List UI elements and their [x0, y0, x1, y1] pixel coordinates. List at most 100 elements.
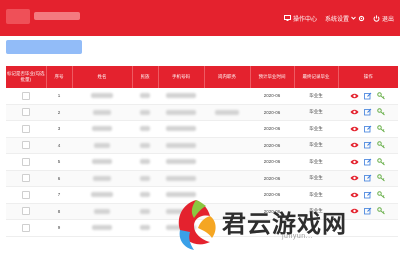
row-number: 6: [46, 170, 72, 187]
row-actions: [338, 187, 398, 203]
final-status-cell: 毕业生: [294, 88, 338, 105]
table-row: 2 2020-06 毕业生: [6, 104, 398, 121]
col-phone: 手机号码: [157, 66, 204, 88]
name-cell-blurred: [92, 225, 112, 231]
view-eye-icon[interactable]: [350, 175, 359, 181]
key-icon[interactable]: [377, 174, 386, 182]
graduation-checkbox[interactable]: [22, 207, 30, 216]
position-cell-blurred: [215, 109, 239, 115]
key-icon[interactable]: [377, 207, 386, 215]
edit-pencil-icon[interactable]: [364, 92, 372, 100]
edit-pencil-icon[interactable]: [364, 174, 372, 182]
table-row: 6 2020-06 毕业生: [6, 170, 398, 187]
batch-action-button[interactable]: [6, 40, 82, 54]
row-actions: [338, 138, 398, 154]
key-icon[interactable]: [377, 158, 386, 166]
power-icon: [373, 14, 380, 22]
edit-pencil-icon[interactable]: [364, 108, 372, 116]
table-row: 4 2020-06 毕业生: [6, 137, 398, 154]
watermark-site-url: junyun...: [282, 233, 313, 240]
row-actions: [338, 171, 398, 187]
col-name: 姓名: [71, 66, 132, 88]
name-cell-blurred: [93, 109, 111, 115]
graduation-checkbox[interactable]: [22, 157, 30, 166]
view-eye-icon[interactable]: [350, 142, 359, 148]
phone-cell-blurred: [166, 93, 196, 99]
nav-system-settings-label: 系统设置: [324, 16, 349, 23]
phone-cell-blurred: [166, 142, 196, 148]
table-row: 5 2020-06 毕业生: [6, 153, 398, 171]
ethnicity-cell-blurred: [140, 208, 150, 214]
expected-graduation-cell: 2020-06: [250, 137, 294, 154]
name-cell-blurred: [91, 93, 113, 99]
view-eye-icon[interactable]: [350, 192, 359, 198]
col-position: 岗内职务: [203, 66, 250, 88]
view-eye-icon[interactable]: [350, 109, 359, 115]
col-expected-graduation: 预计毕业时间: [249, 66, 294, 88]
monitor-icon: [283, 15, 291, 21]
name-cell-blurred: [94, 142, 110, 148]
view-eye-icon[interactable]: [350, 93, 359, 99]
phone-cell-blurred: [166, 159, 196, 165]
table-row: 1 2020-06 毕业生: [6, 88, 398, 105]
final-status-cell: 毕业生: [294, 120, 338, 138]
graduation-checkbox[interactable]: [22, 141, 30, 150]
key-icon[interactable]: [377, 92, 386, 100]
edit-pencil-icon[interactable]: [364, 125, 372, 133]
nav-logout-label: 退出: [381, 16, 394, 23]
view-eye-icon[interactable]: [350, 126, 359, 132]
row-number: 5: [46, 153, 72, 171]
row-number: 8: [46, 203, 72, 220]
phone-cell-blurred: [166, 175, 196, 181]
ethnicity-cell-blurred: [140, 142, 150, 148]
col-final-status: 最终记录毕业: [293, 66, 338, 88]
col-actions: 操作: [337, 66, 398, 88]
header-nav: 操作中心 系统设置 退出: [283, 0, 394, 36]
edit-pencil-icon[interactable]: [364, 191, 372, 199]
top-navigation-bar: 操作中心 系统设置 退出: [0, 0, 400, 36]
view-eye-icon[interactable]: [350, 208, 359, 214]
nav-system-settings[interactable]: 系统设置: [325, 14, 365, 23]
name-cell-blurred: [91, 192, 113, 198]
key-icon[interactable]: [377, 108, 386, 116]
graduation-checkbox[interactable]: [22, 124, 30, 133]
final-status-cell: 毕业生: [294, 104, 338, 121]
ethnicity-cell-blurred: [140, 225, 150, 231]
expected-graduation-cell: 2020-06: [250, 88, 294, 105]
name-cell-blurred: [92, 126, 112, 132]
graduation-checkbox[interactable]: [22, 190, 30, 199]
row-actions: [338, 88, 398, 104]
graduation-checkbox[interactable]: [22, 108, 30, 117]
brand-logo: [6, 9, 30, 24]
expected-graduation-cell: 2020-06: [250, 186, 294, 204]
final-status-cell: 毕业生: [294, 153, 338, 171]
name-cell-blurred: [93, 175, 111, 181]
view-eye-icon[interactable]: [350, 159, 359, 165]
nav-operation-center[interactable]: 操作中心: [283, 14, 317, 23]
key-icon[interactable]: [377, 125, 386, 133]
key-icon[interactable]: [377, 141, 386, 149]
expected-graduation-cell: 2020-06: [250, 153, 294, 171]
row-number: 2: [46, 104, 72, 121]
ethnicity-cell-blurred: [140, 192, 150, 198]
brand-title-blurred: [34, 12, 80, 20]
row-number: 9: [46, 219, 72, 237]
edit-pencil-icon[interactable]: [364, 141, 372, 149]
expected-graduation-cell: 2020-06: [250, 120, 294, 138]
final-status-cell: 毕业生: [294, 186, 338, 204]
edit-pencil-icon[interactable]: [364, 207, 372, 215]
graduation-checkbox[interactable]: [22, 174, 30, 183]
col-ethnicity: 民族: [131, 66, 158, 88]
row-number: 4: [46, 137, 72, 154]
expected-graduation-cell: 2020-06: [250, 104, 294, 121]
key-icon[interactable]: [377, 191, 386, 199]
graduation-checkbox[interactable]: [22, 223, 30, 232]
edit-pencil-icon[interactable]: [364, 158, 372, 166]
expected-graduation-cell: 2020-06: [250, 170, 294, 187]
nav-logout[interactable]: 退出: [373, 14, 394, 23]
table-header-row: 标记是否毕业(勾选批量) 序号 姓名 民族 手机号码 岗内职务 预计毕业时间 最…: [6, 66, 398, 88]
ethnicity-cell-blurred: [140, 175, 150, 181]
row-actions: [338, 154, 398, 170]
row-actions: [338, 105, 398, 121]
graduation-checkbox[interactable]: [22, 91, 30, 100]
